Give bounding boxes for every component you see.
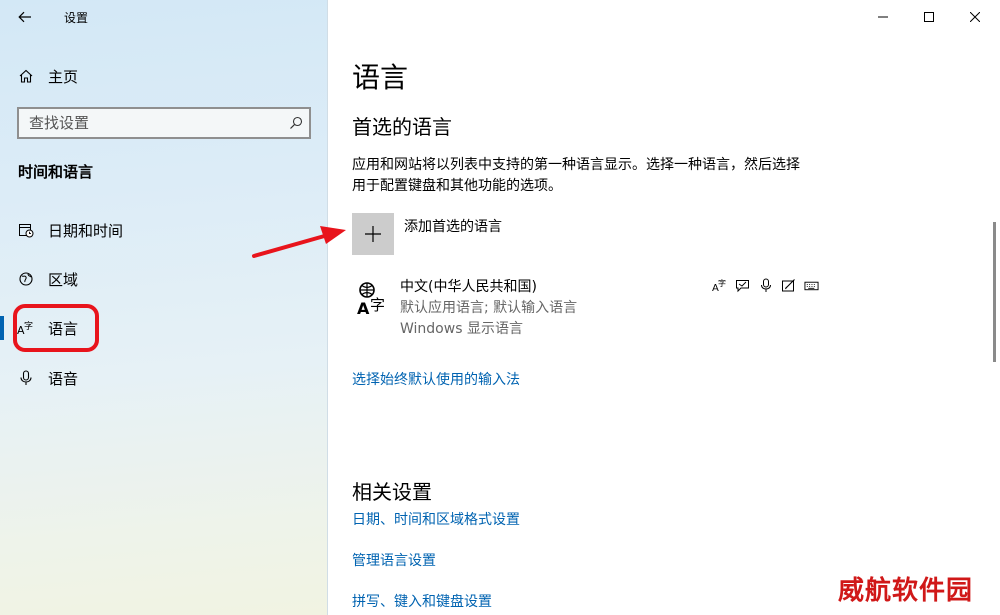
globe-icon <box>17 270 35 288</box>
section-title: 时间和语言 <box>18 163 94 181</box>
svg-text:字: 字 <box>370 296 385 314</box>
sidebar: 设置 主页 时间和语言 日期和时间 区域 A字 语言 <box>0 0 328 615</box>
app-title: 设置 <box>64 11 89 25</box>
sidebar-item-label: 语音 <box>48 369 79 388</box>
svg-text:字: 字 <box>718 278 726 288</box>
sidebar-item-label: 主页 <box>48 67 79 86</box>
description-text: 应用和网站将以列表中支持的第一种语言显示。选择一种语言，然后选择用于配置键盘和其… <box>352 157 800 194</box>
home-icon <box>17 67 35 85</box>
preferred-languages-heading: 首选的语言 <box>352 115 452 139</box>
sidebar-item-speech[interactable]: 语音 <box>0 358 328 398</box>
search-input[interactable] <box>19 109 283 137</box>
related-settings-heading: 相关设置 <box>352 480 432 504</box>
sidebar-item-date-time[interactable]: 日期和时间 <box>0 210 328 250</box>
language-display-status: Windows 显示语言 <box>400 321 523 337</box>
sidebar-item-home[interactable]: 主页 <box>0 56 328 96</box>
page-title: 语言 <box>352 61 409 94</box>
handwriting-icon <box>781 278 796 293</box>
microphone-icon <box>758 278 773 293</box>
main-content: 语言 首选的语言 应用和网站将以列表中支持的第一种语言显示。选择一种语言，然后选… <box>328 0 1000 615</box>
sidebar-item-region[interactable]: 区域 <box>0 259 328 299</box>
sidebar-item-label: 日期和时间 <box>48 221 124 240</box>
keyboard-icon <box>804 278 819 293</box>
add-language-button[interactable] <box>352 213 394 255</box>
calendar-clock-icon <box>17 221 35 239</box>
language-list-item[interactable]: A 字 中文(中华人民共和国) 默认应用语言; 默认输入语言 Windows 显… <box>352 274 819 338</box>
sidebar-item-label: 语言 <box>48 319 79 338</box>
language-name: 中文(中华人民共和国) <box>400 279 537 295</box>
spelling-typing-keyboard-link[interactable]: 拼写、键入和键盘设置 <box>352 591 492 611</box>
language-pack-icon: A字 <box>712 278 727 293</box>
language-feature-icons: A字 <box>712 278 819 293</box>
language-pack-icon: A 字 <box>357 282 385 316</box>
svg-text:A: A <box>357 299 370 316</box>
language-status: 默认应用语言; 默认输入语言 <box>400 300 578 316</box>
input-method-link[interactable]: 选择始终默认使用的输入法 <box>352 369 520 389</box>
speech-bubble-icon <box>735 278 750 293</box>
search-icon[interactable] <box>283 116 309 130</box>
watermark: 威航软件园 <box>838 576 974 606</box>
scrollbar[interactable] <box>993 222 996 362</box>
add-language-label[interactable]: 添加首选的语言 <box>404 216 502 236</box>
back-arrow-icon <box>18 11 31 23</box>
search-box[interactable] <box>17 107 311 139</box>
microphone-icon <box>17 369 35 387</box>
date-time-region-format-link[interactable]: 日期、时间和区域格式设置 <box>352 509 520 529</box>
sidebar-item-label: 区域 <box>48 270 79 289</box>
svg-text:字: 字 <box>24 320 33 332</box>
manage-language-settings-link[interactable]: 管理语言设置 <box>352 550 436 570</box>
language-icon: A字 <box>17 319 35 337</box>
plus-icon <box>365 226 381 242</box>
title-bar: 设置 <box>0 0 328 34</box>
sidebar-item-language[interactable]: A字 语言 <box>0 308 328 348</box>
back-button[interactable] <box>10 5 40 29</box>
